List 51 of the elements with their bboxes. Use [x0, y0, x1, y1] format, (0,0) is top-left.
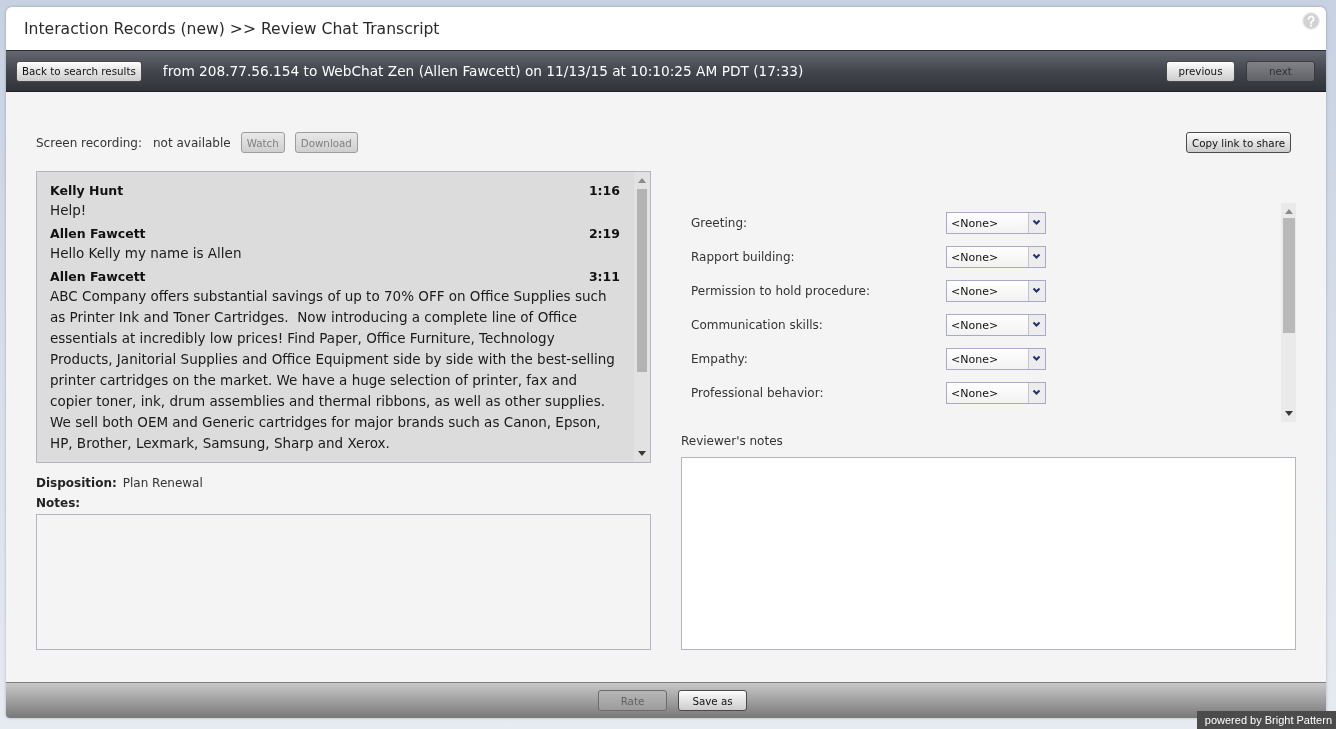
chevron-down-icon[interactable]	[1028, 349, 1045, 369]
rating-dropdown[interactable]: <None>	[946, 212, 1046, 234]
message-text: Help!	[50, 201, 88, 220]
chevron-down-icon[interactable]	[1028, 213, 1045, 233]
sender-name: Allen Fawcett	[50, 268, 146, 286]
reviewer-notes-label: Reviewer's notes	[681, 433, 784, 449]
message-text: ABC Company offers substantial savings of up to 70% OFF on Office Supplies such as Printer Ink and Toner Cartridges. Now introducing a complete line of Office essentials at incredibly low prices! Find Paper, Office Furniture, Technology Products, Janitorial Supplies and Office Equipment side by side with the best-selling printer cartridges on the market. We have a huge selection of printer, fax and copier toner, ink, drum assemblies and thermal ribbons, as well as other supplies. We sell both OEM and Generic cartridges for major brands such as Canon, Epson, HP, Brother, Lexmark, Samsung, Sharp and Xerox.	[50, 287, 616, 453]
message-text: Hello Kelly my name is Allen	[50, 244, 243, 263]
disposition-label: Disposition:	[36, 475, 117, 491]
sender-name: Allen Fawcett	[50, 225, 146, 243]
rating-label: Professional behavior:	[691, 386, 825, 400]
previous-button[interactable]: previous	[1166, 60, 1235, 82]
scrollbar[interactable]	[1281, 203, 1296, 422]
rating-dropdown[interactable]: <None>	[946, 314, 1046, 336]
disposition-value: Plan Renewal	[122, 475, 203, 491]
copy-link-button[interactable]: Copy link to share	[1185, 132, 1291, 153]
rating-dropdown[interactable]: <None>	[946, 348, 1046, 370]
save-as-button[interactable]: Save as	[678, 690, 747, 711]
back-button[interactable]: Back to search results	[16, 60, 142, 82]
reviewer-notes-field[interactable]	[681, 457, 1296, 650]
window-title: Interaction Records (new) >> Review Chat Transcript	[24, 20, 440, 38]
interaction-summary: from 208.77.56.154 to WebChat Zen (Allen Fawcett) on 11/13/15 at 10:10:25 AM PDT (17:33)	[162, 63, 804, 79]
rating-label: Rapport building:	[691, 250, 796, 264]
scrollbar[interactable]	[634, 172, 650, 462]
rating-dropdown[interactable]: <None>	[946, 382, 1046, 404]
recording-status: not available	[153, 135, 231, 150]
rating-label: Communication skills:	[691, 318, 824, 332]
rating-label: Greeting:	[691, 216, 749, 230]
rating-dropdown[interactable]: <None>	[946, 246, 1046, 268]
message-time: 2:19	[588, 225, 620, 243]
rating-dropdown[interactable]: <None>	[946, 280, 1046, 302]
scrollbar-thumb[interactable]	[637, 189, 647, 372]
chevron-down-icon[interactable]	[1028, 315, 1045, 335]
sender-name: Kelly Hunt	[50, 182, 124, 200]
chevron-down-icon[interactable]	[1028, 247, 1045, 267]
rating-label: Permission to hold procedure:	[691, 284, 872, 298]
notes-field[interactable]	[36, 514, 651, 650]
chevron-down-icon[interactable]	[1028, 383, 1045, 403]
chevron-down-icon[interactable]	[1028, 281, 1045, 301]
branding-label: powered by Bright Pattern	[1196, 711, 1336, 729]
scroll-up-icon[interactable]	[638, 178, 646, 183]
message-time: 3:11	[588, 268, 620, 286]
scroll-up-icon[interactable]	[1284, 209, 1293, 214]
scroll-down-icon[interactable]	[638, 451, 646, 456]
help-icon[interactable]	[1302, 12, 1320, 30]
rating-label: Empathy:	[691, 352, 749, 366]
scrollbar-thumb[interactable]	[1282, 218, 1295, 333]
recording-label: Screen recording:	[36, 135, 142, 150]
notes-label: Notes:	[36, 495, 82, 511]
message-time: 1:16	[588, 182, 620, 200]
scroll-down-icon[interactable]	[1284, 411, 1293, 416]
